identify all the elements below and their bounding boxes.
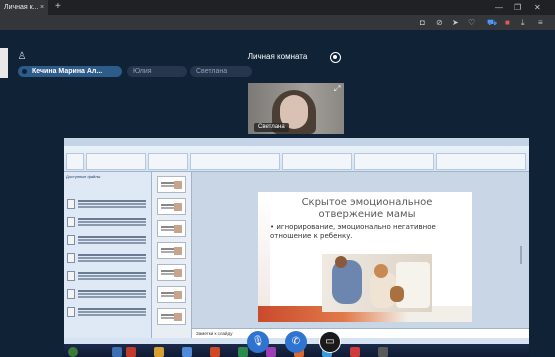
participant-name: Юлия [133, 68, 152, 75]
taskbar-app-icon [378, 347, 388, 357]
heart-icon[interactable]: ♡ [468, 15, 475, 30]
current-slide[interactable]: Скрытое эмоциональное отвержение мамы • … [258, 192, 472, 322]
browser-tab-strip: Личная к... × + — ❐ ✕ [0, 0, 555, 15]
download-icon[interactable]: ⤓ [521, 15, 525, 30]
participant-chip[interactable]: Юлия [127, 66, 187, 77]
window-close-icon[interactable]: ✕ [534, 0, 541, 15]
slide-thumbnail[interactable] [157, 264, 186, 281]
recovered-file[interactable] [67, 288, 149, 302]
ribbon-group [86, 153, 146, 170]
recovered-file[interactable] [67, 198, 149, 212]
recovered-file[interactable] [67, 234, 149, 248]
slide-thumbnail[interactable] [157, 286, 186, 303]
slide-thumbnail[interactable] [157, 242, 186, 259]
extension-icon[interactable]: ■ [505, 15, 510, 30]
powerpoint-ribbon [64, 146, 529, 172]
ribbon-group [354, 153, 434, 170]
slide-thumbnail[interactable] [157, 308, 186, 325]
camera-icon[interactable]: ◘ [420, 15, 425, 30]
slide-title-line: отвержение мамы [318, 209, 416, 220]
screen: Личная к... × + — ❐ ✕ ◘ ⊘ ➤ ♡ ⛟ ■ ⤓ ≡ ♙ … [0, 0, 555, 357]
recovered-file[interactable] [67, 270, 149, 284]
recovered-file[interactable] [67, 306, 149, 320]
ribbon-group [148, 153, 188, 170]
scrollbar[interactable] [520, 246, 522, 264]
slide-bullet: • игнорирование, эмоционально негативное… [270, 223, 436, 240]
participant-name: Кечина Марина Ал... [32, 68, 103, 75]
maximize-icon[interactable]: ❐ [514, 0, 521, 15]
ribbon-group [282, 153, 352, 170]
mic-button[interactable]: 🎙 [247, 331, 269, 353]
slide-thumbnail[interactable] [157, 198, 186, 215]
participant-chip-self[interactable]: Кечина Марина Ал... [18, 66, 122, 77]
expand-icon[interactable]: ⤢ [334, 85, 340, 93]
ribbon-group [66, 153, 84, 170]
participant-name: Светлана [196, 68, 228, 75]
ribbon-group [190, 153, 280, 170]
cart-icon[interactable]: ⛟ [487, 15, 497, 30]
phone-icon: ✆ [291, 336, 301, 347]
ban-icon[interactable]: ⊘ [436, 15, 443, 30]
taskbar-app-icon [182, 347, 192, 357]
slide-notes[interactable]: Заметки к слайду [192, 328, 529, 338]
browser-tab-title: Личная к... [4, 4, 39, 11]
powerpoint-titlebar [64, 138, 529, 146]
menu-icon[interactable]: ≡ [538, 15, 543, 30]
room-title: Личная комната [247, 52, 308, 61]
tab-close-icon[interactable]: × [40, 0, 44, 15]
document-recovery-pane: Доступные файлы [64, 172, 152, 338]
pane-header: Доступные файлы [66, 174, 101, 179]
status-dot [22, 69, 27, 74]
new-tab-icon[interactable]: + [55, 0, 61, 14]
browser-toolbar: ◘ ⊘ ➤ ♡ ⛟ ■ ⤓ ≡ [0, 15, 555, 30]
slide-thumbnails [152, 172, 192, 338]
taskbar-app-icon [154, 347, 164, 357]
recovered-file[interactable] [67, 252, 149, 266]
slide-thumbnail[interactable] [157, 176, 186, 193]
start-icon [68, 347, 78, 357]
slide-editor: Скрытое эмоциональное отвержение мамы • … [192, 172, 529, 328]
slide-photo [322, 254, 432, 312]
ribbon-group [436, 153, 526, 170]
taskbar-app-icon [112, 347, 122, 357]
video-name-tag: Светлана [254, 123, 289, 132]
mic-icon: 🎙 [251, 336, 265, 347]
minimize-icon[interactable]: — [495, 0, 503, 15]
recovered-file[interactable] [67, 216, 149, 230]
participant-chip[interactable]: Светлана [190, 66, 252, 77]
slide-accent [258, 192, 270, 322]
slide-title-line: Скрытое эмоциональное [301, 197, 433, 208]
slide-thumbnail[interactable] [157, 220, 186, 237]
phone-button[interactable]: ✆ [285, 331, 307, 353]
taskbar-app-icon [210, 347, 220, 357]
video-tile[interactable]: Светлана ⤢ [248, 83, 344, 134]
eye-icon[interactable] [330, 52, 341, 63]
send-icon[interactable]: ➤ [452, 15, 459, 30]
taskbar-app-icon [126, 347, 136, 357]
taskbar-app-icon [350, 347, 360, 357]
screen-share-button[interactable]: ▭ [319, 331, 341, 353]
slide-title: Скрытое эмоциональное отвержение мамы [272, 197, 462, 221]
screen-share-icon: ▭ [325, 336, 335, 347]
shared-screen: Доступные файлы Скрытое эмоциональное от… [64, 138, 529, 357]
